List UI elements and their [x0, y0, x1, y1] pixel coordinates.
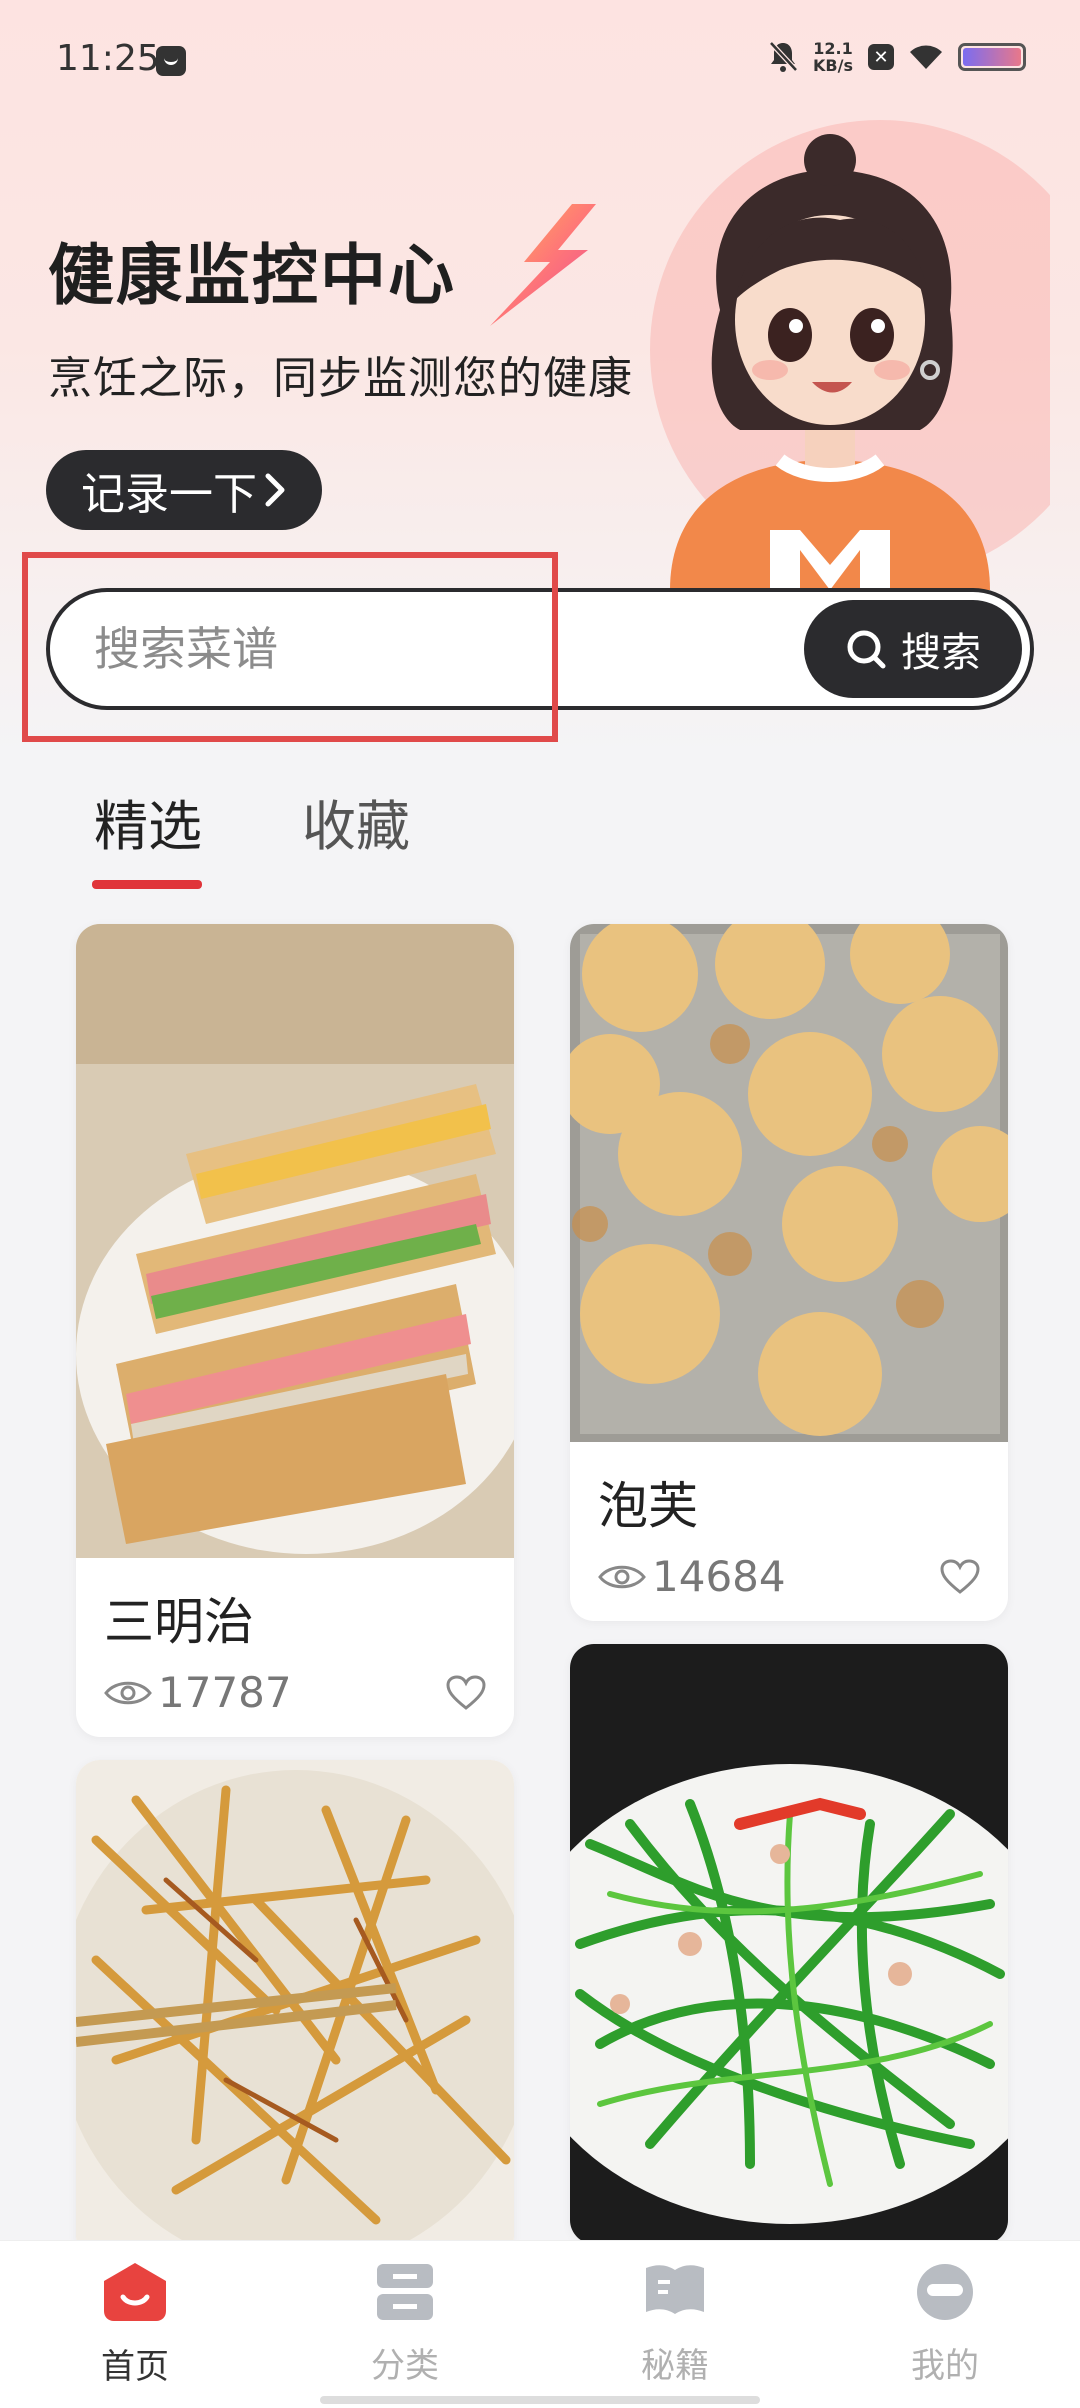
tab-featured[interactable]: 精选 — [92, 782, 202, 889]
view-count: 17787 — [158, 1668, 292, 1717]
recipe-photo-4 — [570, 1644, 1008, 2244]
wifi-icon — [910, 45, 942, 69]
view-count: 14684 — [652, 1552, 786, 1601]
book-icon — [646, 2265, 704, 2314]
chef-avatar-illustration — [650, 120, 1050, 590]
nav-tips[interactable]: 秘籍 — [575, 2262, 775, 2387]
recipe-card[interactable]: 三明治 17787 — [76, 924, 514, 1737]
record-button[interactable]: 记录一下 — [46, 450, 322, 530]
record-button-label: 记录一下 — [81, 469, 257, 520]
chevron-right-icon — [265, 473, 285, 507]
recipe-photo-3 — [76, 1760, 514, 2260]
status-bar: 11:25 12.1 KB/s ✕ — [0, 0, 1080, 130]
eye-icon — [598, 1565, 646, 1588]
bottom-navigation: 首页 分类 秘籍 我的 — [0, 2240, 1080, 2408]
recipe-name: 泡芙 — [598, 1477, 698, 1535]
search-button[interactable]: 搜索 — [804, 600, 1022, 698]
lightning-icon — [490, 204, 596, 326]
page-title: 健康监控中心 — [48, 237, 456, 314]
home-icon — [104, 2263, 166, 2321]
tab-favorites[interactable]: 收藏 — [302, 782, 410, 861]
nav-home[interactable]: 首页 — [35, 2261, 235, 2388]
status-time: 11:25 — [56, 38, 160, 79]
network-speed: 12.1 KB/s — [813, 39, 853, 75]
search-button-label: 搜索 — [901, 630, 981, 676]
nav-category-label: 分类 — [371, 2346, 439, 2386]
heart-icon[interactable] — [446, 1674, 486, 1711]
eye-icon — [104, 1681, 152, 1704]
content-tabs: 精选 收藏 — [92, 782, 410, 889]
recipe-photo-puffs — [570, 924, 1008, 1442]
recipe-name: 三明治 — [104, 1593, 254, 1651]
recipe-card[interactable]: 泡芙 14684 — [570, 924, 1008, 1621]
nav-category[interactable]: 分类 — [305, 2262, 505, 2387]
search-highlight-box — [22, 552, 558, 742]
recipe-card[interactable] — [570, 1644, 1008, 2244]
recipe-photo-sandwich — [76, 924, 514, 1558]
heart-icon[interactable] — [940, 1558, 980, 1595]
nav-profile-label: 我的 — [911, 2346, 979, 2386]
home-indicator — [320, 2396, 760, 2404]
profile-icon — [917, 2264, 973, 2320]
search-icon — [847, 630, 886, 669]
category-icon — [377, 2264, 433, 2320]
page-subtitle: 烹饪之际，同步监测您的健康 — [48, 353, 633, 404]
nav-profile[interactable]: 我的 — [845, 2262, 1045, 2387]
mute-bell-icon — [769, 41, 798, 72]
sim-off-icon: ✕ — [868, 44, 894, 70]
battery-icon — [958, 43, 1026, 71]
nav-tips-label: 秘籍 — [641, 2346, 709, 2386]
nav-home-label: 首页 — [101, 2347, 169, 2387]
message-icon — [156, 46, 186, 76]
recipe-card[interactable] — [76, 1760, 514, 2260]
